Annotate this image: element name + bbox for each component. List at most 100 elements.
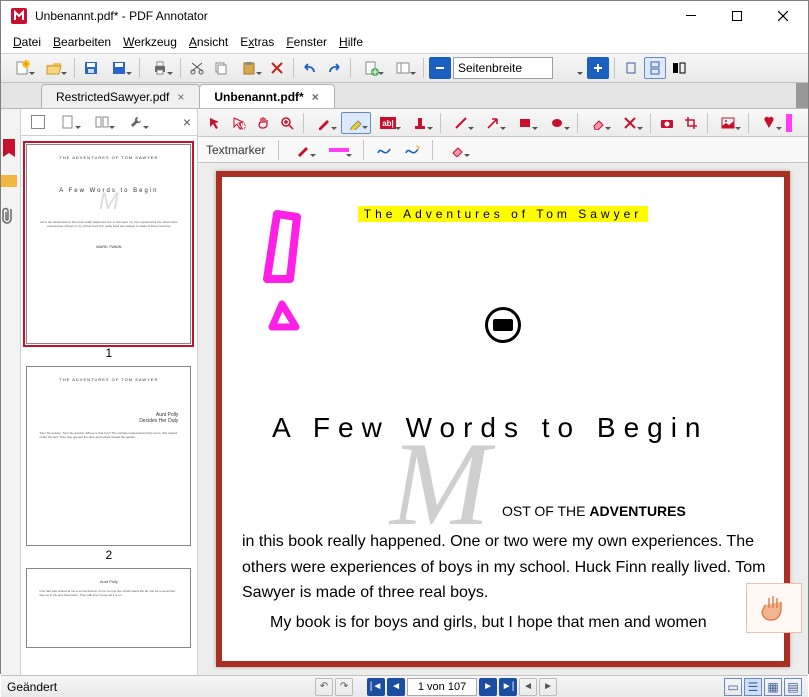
ellipse-tool[interactable] bbox=[542, 112, 572, 134]
tab-restrictedsawyer[interactable]: RestrictedSawyer.pdf × bbox=[41, 84, 200, 108]
redo-button[interactable] bbox=[323, 57, 345, 79]
cut-button[interactable] bbox=[186, 57, 208, 79]
paste-button[interactable] bbox=[234, 57, 264, 79]
minimize-button[interactable] bbox=[668, 1, 714, 31]
window-title: Unbenannt.pdf* - PDF Annotator bbox=[35, 9, 668, 23]
zoom-tool[interactable] bbox=[276, 112, 298, 134]
view-continuous-button[interactable]: ☰ bbox=[744, 678, 762, 696]
thumbnail-page-1[interactable]: THE ADVENTURES OF TOM SAWYER A Few Words… bbox=[26, 144, 191, 360]
tab-close-icon[interactable]: × bbox=[177, 90, 187, 104]
stamp-tool[interactable] bbox=[405, 112, 435, 134]
arrow-tool[interactable] bbox=[478, 112, 508, 134]
rect-tool[interactable] bbox=[510, 112, 540, 134]
eraser-style[interactable] bbox=[442, 139, 472, 161]
layout-two-button[interactable] bbox=[668, 57, 690, 79]
view-single-button[interactable]: ▭ bbox=[724, 678, 742, 696]
image-tool[interactable] bbox=[713, 112, 743, 134]
color-preview bbox=[786, 114, 792, 132]
docs-button[interactable] bbox=[388, 57, 418, 79]
page-number-input[interactable] bbox=[407, 678, 477, 696]
menu-file[interactable]: Datei bbox=[9, 33, 45, 51]
favorite-tool[interactable] bbox=[754, 112, 784, 134]
sidebar-rail bbox=[1, 109, 21, 675]
tabstrip-scroll[interactable] bbox=[796, 83, 808, 108]
close-button[interactable] bbox=[760, 1, 806, 31]
pan-tool[interactable] bbox=[252, 112, 274, 134]
menu-view[interactable]: Ansicht bbox=[185, 33, 232, 51]
save-button[interactable] bbox=[80, 57, 102, 79]
page-header: The Adventures of Tom Sawyer bbox=[358, 206, 649, 222]
bookmark-icon[interactable] bbox=[1, 139, 19, 157]
menu-extras[interactable]: Extras bbox=[236, 33, 278, 51]
prev-page-button[interactable]: ◄ bbox=[387, 678, 405, 696]
layout-single-button[interactable] bbox=[620, 57, 642, 79]
menu-edit[interactable]: Bearbeiten bbox=[49, 33, 115, 51]
delete-anno-tool[interactable] bbox=[615, 112, 645, 134]
freehand-mode[interactable] bbox=[373, 139, 395, 161]
maximize-button[interactable] bbox=[714, 1, 760, 31]
straight-mode[interactable] bbox=[401, 139, 423, 161]
status-changed: Geändert bbox=[7, 680, 57, 694]
forward-button[interactable]: ► bbox=[539, 678, 557, 696]
copy-button[interactable] bbox=[210, 57, 232, 79]
page-viewport[interactable]: The Adventures of Tom Sawyer A Few Words… bbox=[198, 163, 808, 675]
select-tool[interactable] bbox=[228, 112, 250, 134]
attachment-icon[interactable] bbox=[1, 207, 19, 225]
add-page-button[interactable] bbox=[356, 57, 386, 79]
mode-label: Textmarker bbox=[202, 143, 269, 157]
thumbnail-list[interactable]: THE ADVENTURES OF TOM SAWYER A Few Words… bbox=[21, 136, 197, 675]
page-heading: A Few Words to Begin bbox=[272, 412, 709, 444]
snapshot-tool[interactable] bbox=[656, 112, 678, 134]
pen-style[interactable] bbox=[288, 139, 318, 161]
select-all-checkbox[interactable] bbox=[27, 111, 49, 133]
dropcap-line: OST OF THE ADVENTURES bbox=[502, 503, 686, 519]
next-page-button[interactable]: ► bbox=[479, 678, 497, 696]
new-doc-button[interactable] bbox=[7, 57, 37, 79]
titlebar: Unbenannt.pdf* - PDF Annotator bbox=[1, 1, 808, 31]
text-tool[interactable]: ab| bbox=[373, 112, 403, 134]
zoom-select[interactable]: Seitenbreite bbox=[453, 57, 553, 79]
undo-button[interactable] bbox=[299, 57, 321, 79]
highlighter-tool[interactable] bbox=[341, 112, 371, 134]
menu-window[interactable]: Fenster bbox=[282, 33, 331, 51]
eraser-tool[interactable] bbox=[583, 112, 613, 134]
tab-label: RestrictedSawyer.pdf bbox=[56, 90, 169, 104]
thumbnail-page-3[interactable]: Aunt Polly One had was scared at me a re… bbox=[26, 568, 191, 648]
pen-tool[interactable] bbox=[309, 112, 339, 134]
pointer-tool[interactable] bbox=[204, 112, 226, 134]
zoom-fit-button[interactable] bbox=[429, 57, 451, 79]
open-button[interactable] bbox=[39, 57, 69, 79]
view-facing-button[interactable]: ▦ bbox=[764, 678, 782, 696]
thumb-pane-close[interactable]: × bbox=[183, 114, 191, 130]
thumbnail-page-2[interactable]: THE ADVENTURES OF TOM SAWYER Aunt PollyD… bbox=[26, 366, 191, 562]
notes-icon[interactable] bbox=[1, 173, 19, 191]
first-page-button[interactable]: |◄ bbox=[367, 678, 385, 696]
thumbnail-pane: × THE ADVENTURES OF TOM SAWYER A Few Wor… bbox=[21, 109, 198, 675]
rotate-left-button[interactable]: ↶ bbox=[315, 678, 333, 696]
thumb-page-number: 1 bbox=[26, 346, 191, 360]
touch-mode-icon[interactable] bbox=[746, 583, 802, 633]
tab-close-icon[interactable]: × bbox=[312, 90, 322, 104]
view-book-button[interactable]: ▤ bbox=[784, 678, 802, 696]
zoom-in-button[interactable] bbox=[587, 57, 609, 79]
thumb-pages-button[interactable] bbox=[87, 111, 117, 133]
rotate-right-button[interactable]: ↷ bbox=[335, 678, 353, 696]
line-tool[interactable] bbox=[446, 112, 476, 134]
thumb-new-button[interactable] bbox=[53, 111, 83, 133]
zoom-dropdown[interactable] bbox=[555, 57, 585, 79]
highlight-style[interactable] bbox=[324, 139, 354, 161]
annotation-options: Textmarker bbox=[198, 137, 808, 163]
last-page-button[interactable]: ►| bbox=[499, 678, 517, 696]
thumb-image: Aunt Polly One had was scared at me a re… bbox=[26, 568, 191, 648]
delete-button[interactable] bbox=[266, 57, 288, 79]
tab-label: Unbenannt.pdf* bbox=[214, 90, 303, 104]
tab-unbenannt[interactable]: Unbenannt.pdf* × bbox=[199, 84, 334, 108]
layout-continuous-button[interactable] bbox=[644, 57, 666, 79]
back-button[interactable]: ◄ bbox=[519, 678, 537, 696]
menu-help[interactable]: Hilfe bbox=[335, 33, 367, 51]
print-button[interactable] bbox=[145, 57, 175, 79]
menu-tool[interactable]: Werkzeug bbox=[119, 33, 181, 51]
crop-tool[interactable] bbox=[680, 112, 702, 134]
thumb-tools-button[interactable] bbox=[121, 111, 151, 133]
save-as-button[interactable] bbox=[104, 57, 134, 79]
